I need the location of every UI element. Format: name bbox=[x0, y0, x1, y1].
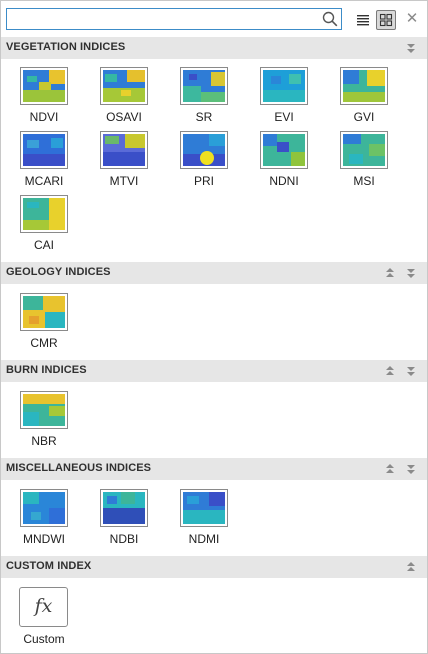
close-icon[interactable]: ✕ bbox=[403, 9, 421, 29]
collapse-section-icon[interactable] bbox=[404, 363, 418, 379]
index-map-icon bbox=[23, 296, 65, 328]
index-map-icon bbox=[183, 492, 225, 524]
expand-section-icon[interactable] bbox=[383, 265, 397, 281]
item-label: CMR bbox=[30, 336, 58, 350]
thumbnail bbox=[340, 67, 388, 105]
gallery-item-ndni[interactable]: NDNI bbox=[253, 131, 317, 197]
search-input[interactable] bbox=[9, 10, 319, 28]
item-label: MSI bbox=[353, 174, 375, 188]
gallery-item-mndwi[interactable]: MNDWI bbox=[13, 489, 77, 555]
index-map-icon bbox=[183, 70, 225, 102]
section-title: MISCELLANEOUS INDICES bbox=[6, 462, 152, 474]
section-title: CUSTOM INDEX bbox=[6, 560, 92, 572]
index-map-icon bbox=[263, 70, 305, 102]
thumbnail bbox=[20, 131, 68, 169]
gallery-item-ndmi[interactable]: NDMI bbox=[173, 489, 237, 555]
item-label: EVI bbox=[274, 110, 294, 124]
collapse-section-icon[interactable] bbox=[404, 461, 418, 477]
expand-section-icon[interactable] bbox=[383, 363, 397, 379]
thumbnail bbox=[20, 195, 68, 233]
index-map-icon bbox=[23, 492, 65, 524]
section-title: BURN INDICES bbox=[6, 364, 87, 376]
index-map-icon bbox=[103, 492, 145, 524]
index-map-icon bbox=[23, 394, 65, 426]
gallery-item-mtvi[interactable]: MTVI bbox=[93, 131, 157, 197]
item-label: SR bbox=[195, 110, 213, 124]
item-label: CAI bbox=[33, 238, 54, 252]
gallery-item-sr[interactable]: SR bbox=[173, 67, 237, 133]
index-map-icon bbox=[23, 134, 65, 166]
fx-icon: fx bbox=[19, 587, 68, 627]
thumbnail bbox=[100, 489, 148, 527]
list-view-icon[interactable] bbox=[353, 10, 373, 30]
index-map-icon bbox=[343, 134, 385, 166]
index-map-icon bbox=[103, 134, 145, 166]
item-label: MNDWI bbox=[23, 532, 65, 546]
section-header-burn[interactable]: BURN INDICES bbox=[1, 360, 427, 382]
gallery-item-evi[interactable]: EVI bbox=[253, 67, 317, 133]
gallery-item-cai[interactable]: CAI bbox=[13, 195, 77, 261]
item-label: Custom bbox=[23, 632, 65, 646]
section-title: GEOLOGY INDICES bbox=[6, 266, 111, 278]
thumbnail bbox=[180, 131, 228, 169]
thumbnail bbox=[20, 67, 68, 105]
index-map-icon bbox=[23, 198, 65, 230]
thumbnail bbox=[180, 489, 228, 527]
item-label: NDMI bbox=[188, 532, 220, 546]
item-label: NDNI bbox=[269, 174, 299, 188]
thumbnail bbox=[100, 67, 148, 105]
section-header-custom[interactable]: CUSTOM INDEX bbox=[1, 556, 427, 578]
grid-view-icon[interactable] bbox=[376, 10, 396, 30]
gallery-item-cmr[interactable]: CMR bbox=[13, 293, 77, 359]
section-header-vegetation[interactable]: VEGETATION INDICES bbox=[1, 37, 427, 59]
index-map-icon bbox=[263, 134, 305, 166]
collapse-section-icon[interactable] bbox=[404, 40, 418, 56]
thumbnail bbox=[20, 489, 68, 527]
gallery-item-gvi[interactable]: GVI bbox=[333, 67, 397, 133]
section-header-miscellaneous[interactable]: MISCELLANEOUS INDICES bbox=[1, 458, 427, 480]
index-map-icon bbox=[183, 134, 225, 166]
gallery-item-pri[interactable]: PRI bbox=[173, 131, 237, 197]
index-map-icon bbox=[23, 70, 65, 102]
item-label: NDVI bbox=[29, 110, 59, 124]
gallery-item-custom[interactable]: fx Custom bbox=[13, 587, 77, 653]
index-gallery-panel: ✕ VEGETATION INDICES NDVI OSAVI SR EVI G… bbox=[0, 0, 428, 654]
gallery-item-mcari[interactable]: MCARI bbox=[13, 131, 77, 197]
section-title: VEGETATION INDICES bbox=[6, 41, 126, 53]
gallery-item-ndbi[interactable]: NDBI bbox=[93, 489, 157, 555]
item-label: GVI bbox=[353, 110, 375, 124]
thumbnail bbox=[20, 293, 68, 331]
gallery-item-msi[interactable]: MSI bbox=[333, 131, 397, 197]
item-label: NDBI bbox=[109, 532, 139, 546]
gallery-item-nbr[interactable]: NBR bbox=[13, 391, 77, 457]
item-label: NBR bbox=[31, 434, 57, 448]
expand-section-icon[interactable] bbox=[383, 461, 397, 477]
thumbnail bbox=[260, 131, 308, 169]
gallery-item-ndvi[interactable]: NDVI bbox=[13, 67, 77, 133]
thumbnail bbox=[20, 391, 68, 429]
index-map-icon bbox=[343, 70, 385, 102]
collapse-section-icon[interactable] bbox=[404, 265, 418, 281]
item-label: MTVI bbox=[109, 174, 139, 188]
item-label: MCARI bbox=[24, 174, 64, 188]
section-header-geology[interactable]: GEOLOGY INDICES bbox=[1, 262, 427, 284]
thumbnail bbox=[180, 67, 228, 105]
search-icon[interactable] bbox=[322, 11, 338, 27]
index-map-icon bbox=[103, 70, 145, 102]
thumbnail bbox=[100, 131, 148, 169]
thumbnail bbox=[340, 131, 388, 169]
expand-section-icon[interactable] bbox=[404, 559, 418, 575]
item-label: PRI bbox=[193, 174, 214, 188]
thumbnail bbox=[260, 67, 308, 105]
toolbar: ✕ bbox=[1, 1, 427, 37]
gallery-item-osavi[interactable]: OSAVI bbox=[93, 67, 157, 133]
item-label: OSAVI bbox=[106, 110, 142, 124]
search-box[interactable] bbox=[6, 8, 342, 30]
